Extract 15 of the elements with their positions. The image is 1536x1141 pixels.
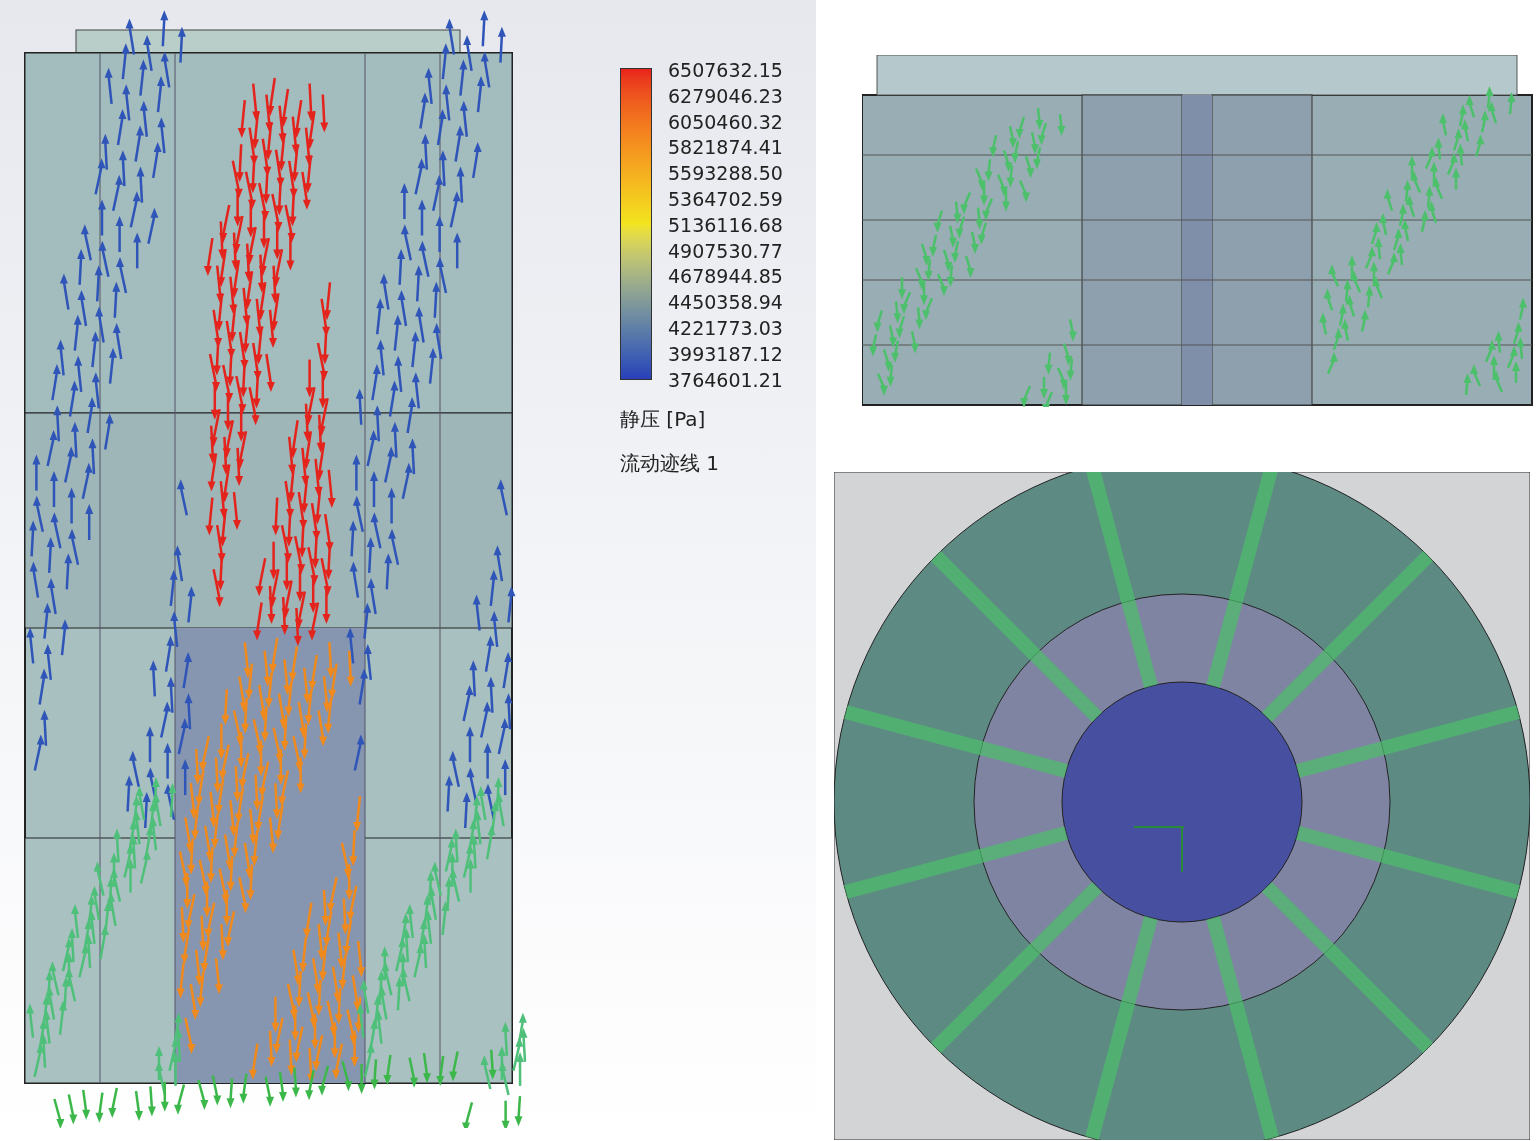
- scale-value: 3993187.12: [668, 341, 783, 367]
- scale-value: 5593288.50: [668, 161, 783, 187]
- scale-value: 6507632.15: [668, 58, 783, 83]
- scale-value: 6279046.23: [668, 83, 783, 109]
- scale-value: 5821874.41: [668, 135, 783, 161]
- scale-value: 5136116.68: [668, 212, 783, 238]
- scale-value: 4678944.85: [668, 264, 783, 290]
- scale-value: 4450358.94: [668, 290, 783, 316]
- scale-value: 5364702.59: [668, 187, 783, 212]
- quantity-label: 静压 [Pa]: [620, 406, 707, 434]
- trajectory-label: 流动迹线 1: [620, 450, 721, 478]
- scale-value: 3764601.21: [668, 367, 783, 393]
- scale-value: 4221773.03: [668, 315, 783, 341]
- scale-value: 4907530.77: [668, 238, 783, 264]
- scale-value: 6050460.32: [668, 109, 783, 135]
